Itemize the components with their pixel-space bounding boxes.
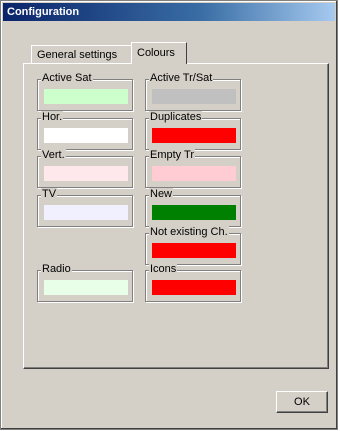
empty-tr-group: Empty Tr	[145, 149, 241, 188]
hor-group: Hor.	[37, 111, 133, 150]
radio-label: Radio	[41, 263, 72, 276]
icons-group: Icons	[145, 263, 241, 302]
active-sat-group: Active Sat	[37, 72, 133, 111]
radio-group: Radio	[37, 263, 133, 302]
not-existing-ch-label: Not existing Ch.	[149, 226, 229, 239]
active-tr-sat-label: Active Tr/Sat	[149, 72, 214, 85]
vert-label: Vert.	[41, 149, 66, 162]
tab-colours[interactable]: Colours	[131, 42, 187, 64]
duplicates-group: Duplicates	[145, 111, 241, 150]
configuration-dialog: Configuration General settings Colours A…	[0, 0, 338, 430]
tv-swatch[interactable]	[44, 205, 128, 220]
not-existing-ch-swatch[interactable]	[152, 243, 236, 258]
active-sat-label: Active Sat	[41, 72, 93, 85]
vert-swatch[interactable]	[44, 166, 128, 181]
active-tr-sat-group: Active Tr/Sat	[145, 72, 241, 111]
radio-swatch[interactable]	[44, 280, 128, 295]
new-swatch[interactable]	[152, 205, 236, 220]
duplicates-swatch[interactable]	[152, 128, 236, 143]
icons-label: Icons	[149, 263, 178, 276]
hor-swatch[interactable]	[44, 128, 128, 143]
tv-label: TV	[41, 188, 58, 201]
hor-label: Hor.	[41, 111, 64, 124]
empty-tr-swatch[interactable]	[152, 166, 236, 181]
tab-general-settings[interactable]: General settings	[31, 45, 134, 63]
vert-group: Vert.	[37, 149, 133, 188]
not-existing-ch-group: Not existing Ch.	[145, 226, 241, 265]
new-group: New	[145, 188, 241, 227]
active-tr-sat-swatch[interactable]	[152, 89, 236, 104]
duplicates-label: Duplicates	[149, 111, 203, 124]
active-sat-swatch[interactable]	[44, 89, 128, 104]
icons-swatch[interactable]	[152, 280, 236, 295]
colours-panel: Active Sat Active Tr/Sat Hor. Duplicates…	[23, 63, 329, 369]
ok-button[interactable]: OK	[276, 391, 328, 413]
new-label: New	[149, 188, 174, 201]
window-title: Configuration	[3, 3, 335, 21]
tv-group: TV	[37, 188, 133, 227]
empty-tr-label: Empty Tr	[149, 149, 196, 162]
